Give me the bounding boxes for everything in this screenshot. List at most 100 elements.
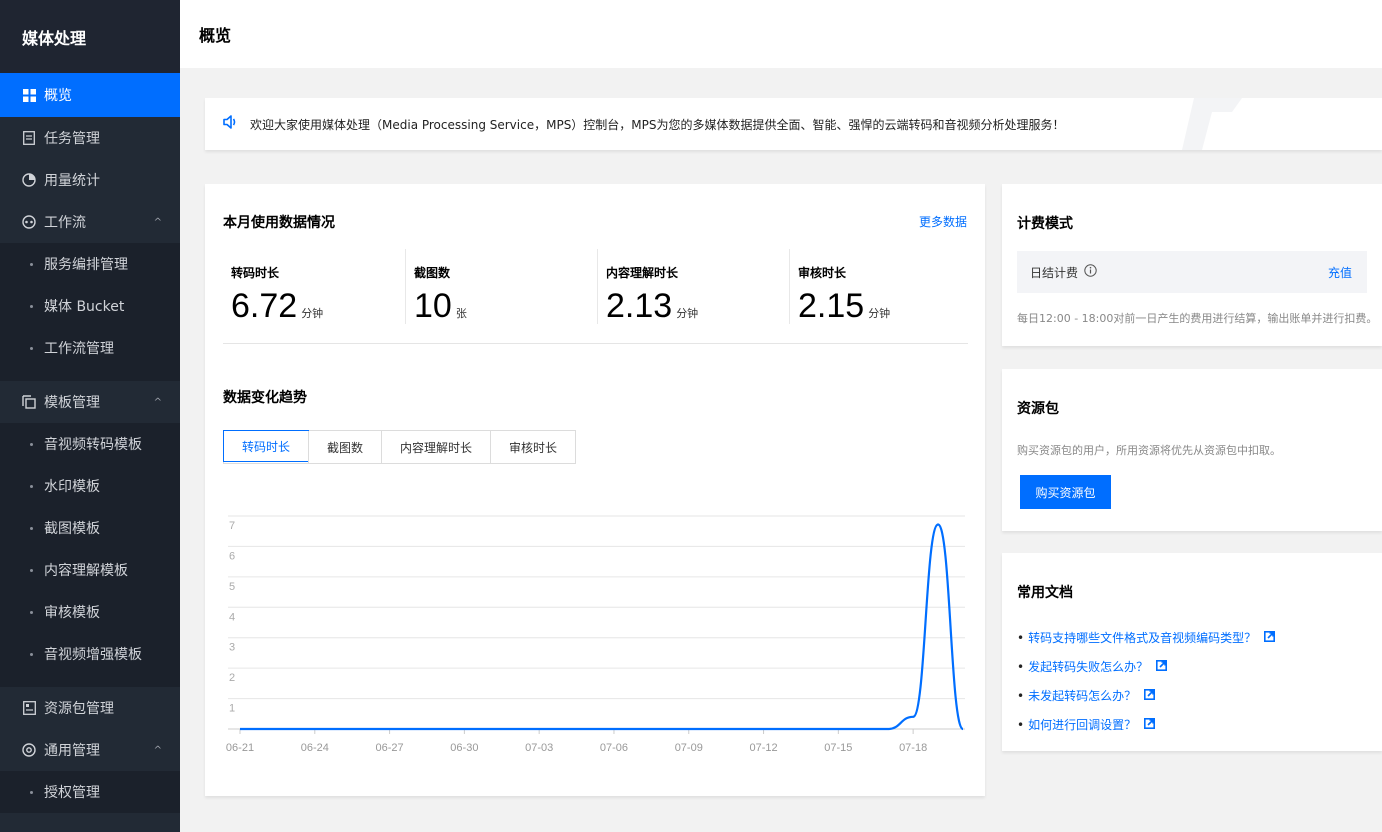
sidebar-item-general[interactable]: 通用管理 ^ [0,729,180,771]
sidebar-item-label: 内容理解模板 [44,563,128,579]
x-tick-label: 06-24 [301,742,329,754]
tab-review[interactable]: 审核时长 [490,431,576,463]
y-tick-label: 2 [229,672,235,684]
x-tick-label: 06-30 [450,742,478,754]
more-data-link[interactable]: 更多数据 [919,213,967,230]
sidebar: 媒体处理 概览 任务管理 用量统计 工作流 ^ 服务编排管理 媒体 Bucket… [0,0,180,832]
chevron-up-icon: ^ [153,396,162,408]
grid-icon [22,88,36,102]
template-icon [22,395,36,409]
x-tick-label: 07-15 [824,742,852,754]
stat-value: 2.13 [606,287,673,325]
docs-card: 常用文档 • 转码支持哪些文件格式及音视频编码类型？ • 发起转码失败怎么办？ • 未… [1002,553,1382,751]
y-tick-label: 7 [229,520,235,532]
sidebar-item-workflow[interactable]: 工作流 ^ [0,201,180,243]
package-title: 资源包 [1017,401,1059,417]
stat-unit: 分钟 [676,307,699,320]
sidebar-item-label: 概览 [44,88,72,104]
stat-label: 转码时长 [231,266,280,280]
y-tick-label: 4 [229,611,235,623]
sidebar-item-overview[interactable]: 概览 [0,73,180,117]
tab-transcode[interactable]: 转码时长 [223,430,310,462]
sidebar-item-content-template[interactable]: 内容理解模板 [0,549,180,591]
y-tick-label: 6 [229,550,235,562]
sidebar-item-usage[interactable]: 用量统计 [0,159,180,201]
sidebar-item-watermark-template[interactable]: 水印模板 [0,465,180,507]
stats-row: 转码时长 6.72 分钟 截图数 10 张 内容理解时长 2.13 分钟 审核时长 2… [223,249,968,344]
page-header: 概览 [180,0,1382,68]
stat-value: 6.72 [231,287,298,325]
billing-card: 计费模式 日结计费 充值 每日12:00 - 18:00对前一日产生的费用进行结… [1002,184,1382,346]
sidebar-item-snapshot-template[interactable]: 截图模板 [0,507,180,549]
recharge-link[interactable]: 充值 [1328,264,1352,281]
sidebar-item-label: 任务管理 [44,131,100,147]
x-tick-label: 06-21 [226,742,254,754]
sidebar-item-packages[interactable]: 资源包管理 [0,687,180,729]
sidebar-item-transcode-template[interactable]: 音视频转码模板 [0,423,180,465]
usage-card-title: 本月使用数据情况 [223,215,335,231]
sidebar-item-auth[interactable]: 授权管理 [0,771,180,813]
external-link-icon [1144,688,1156,703]
chevron-up-icon: ^ [153,744,162,756]
sidebar-item-label: 资源包管理 [44,701,114,717]
doc-link[interactable]: • 转码支持哪些文件格式及音视频编码类型？ [1017,623,1276,652]
sidebar-item-media-bucket[interactable]: 媒体 Bucket [0,285,180,327]
sidebar-item-enhance-template[interactable]: 音视频增强模板 [0,633,180,675]
x-tick-label: 07-12 [749,742,777,754]
package-icon [22,701,36,715]
sidebar-item-label: 截图模板 [44,521,100,537]
document-icon [22,131,36,145]
stat-unit: 分钟 [868,307,891,320]
sidebar-item-templates[interactable]: 模板管理 ^ [0,381,180,423]
decorative-logo-icon [1172,98,1252,150]
trend-tabs: 转码时长 截图数 内容理解时长 审核时长 [223,430,577,464]
sidebar-item-service-orchestration[interactable]: 服务编排管理 [0,243,180,285]
stat-unit: 分钟 [301,307,324,320]
trend-chart: 1 2 3 4 5 6 7 06-21 06-24 06-27 06-30 07-03 07-06 07-… [226,515,965,754]
chevron-up-icon: ^ [153,216,162,228]
stat-label: 截图数 [414,266,451,280]
tab-snapshot[interactable]: 截图数 [308,431,382,463]
sidebar-item-tasks[interactable]: 任务管理 [0,117,180,159]
sidebar-item-label: 工作流管理 [44,341,114,357]
doc-list: • 转码支持哪些文件格式及音视频编码类型？ • 发起转码失败怎么办？ • 未发起转码怎… [1017,623,1276,739]
x-tick-label: 07-06 [600,742,628,754]
billing-desc: 每日12:00 - 18:00对前一日产生的费用进行结算，输出账单并进行扣费。 [1017,312,1378,325]
usage-card: 本月使用数据情况 更多数据 转码时长 6.72 分钟 截图数 10 张 内容理解时长… [205,184,985,796]
trend-title: 数据变化趋势 [223,390,307,406]
doc-link-label: 转码支持哪些文件格式及音视频编码类型？ [1028,631,1257,645]
doc-link[interactable]: • 如何进行回调设置？ [1017,710,1275,739]
page-title: 概览 [199,26,232,45]
stat-unit: 张 [455,307,467,320]
sidebar-item-label: 通用管理 [44,743,100,759]
y-tick-label: 1 [229,703,235,715]
sidebar-item-label: 音视频转码模板 [44,437,142,453]
doc-link-label: 未发起转码怎么办？ [1028,689,1137,703]
stat-value: 10 [414,287,452,325]
doc-link-label: 发起转码失败怎么办？ [1028,660,1149,674]
sidebar-item-review-template[interactable]: 审核模板 [0,591,180,633]
sidebar-item-label: 用量统计 [44,173,100,189]
external-link-icon [1144,717,1156,732]
workflow-icon [22,215,36,229]
external-link-icon [1264,630,1276,645]
external-link-icon [1156,659,1168,674]
info-icon[interactable] [1084,264,1097,280]
x-tick-label: 07-03 [525,742,553,754]
package-card: 资源包 购买资源包的用户，所用资源将优先从资源包中扣取。 购买资源包 [1002,369,1382,531]
buy-package-button[interactable]: 购买资源包 [1020,475,1111,509]
sidebar-item-label: 媒体 Bucket [44,299,125,315]
sidebar-item-label: 水印模板 [44,479,100,495]
speaker-icon [223,115,238,133]
doc-link[interactable]: • 发起转码失败怎么办？ [1017,652,1275,681]
sidebar-item-workflow-mgmt[interactable]: 工作流管理 [0,327,180,369]
stat-label: 审核时长 [798,266,847,280]
sidebar-item-label: 工作流 [44,215,86,231]
x-tick-label: 06-27 [376,742,404,754]
doc-link[interactable]: • 未发起转码怎么办？ [1017,681,1275,710]
sidebar-item-label: 审核模板 [44,605,100,621]
stat-snapshot: 截图数 10 张 [405,249,597,325]
stat-value: 2.15 [798,287,865,325]
tab-content[interactable]: 内容理解时长 [381,431,491,463]
sidebar-item-label: 音视频增强模板 [44,647,142,663]
